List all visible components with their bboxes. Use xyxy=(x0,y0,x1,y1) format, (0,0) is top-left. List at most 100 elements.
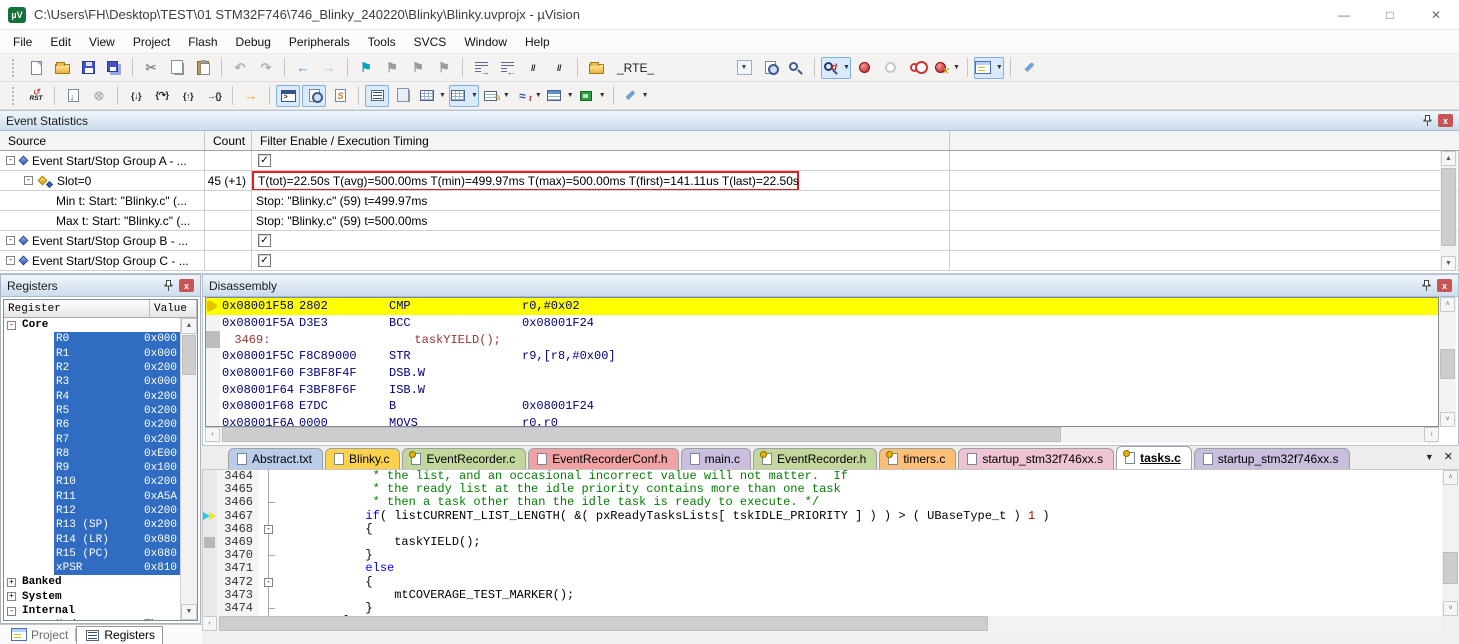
dropdown-arrow-icon[interactable]: ▼ xyxy=(843,64,850,71)
fold-margin[interactable]: - xyxy=(259,576,279,589)
disassembly-vertical-scrollbar[interactable]: ˄ ˅ xyxy=(1439,297,1456,427)
register-row[interactable]: R60x200 xyxy=(4,418,180,432)
fold-margin[interactable] xyxy=(259,483,279,496)
step-over-button[interactable]: {↷} xyxy=(150,85,174,107)
comment-button[interactable]: // xyxy=(521,57,545,79)
dock-tab-project[interactable]: Project xyxy=(4,626,75,644)
rte-combo[interactable]: _RTE_ xyxy=(611,58,729,78)
dropdown-arrow-icon[interactable]: ▼ xyxy=(599,92,606,99)
event-row[interactable]: -Event Start/Stop Group A - ...✓ xyxy=(0,151,1459,171)
save-button[interactable] xyxy=(76,57,100,79)
memory-windows-button[interactable]: ▼ xyxy=(449,85,479,107)
column-value[interactable]: Value xyxy=(150,300,197,317)
redo-button[interactable]: ↷ xyxy=(254,57,278,79)
event-row[interactable]: -Event Start/Stop Group B - ...✓ xyxy=(0,231,1459,251)
code-editor[interactable]: 3464 * the list, and an occasional incor… xyxy=(202,470,1442,616)
register-row[interactable]: R13 (SP)0x200 xyxy=(4,518,180,532)
maximize-button[interactable]: □ xyxy=(1367,0,1413,30)
dropdown-arrow-icon[interactable]: ▼ xyxy=(535,92,542,99)
dropdown-arrow-icon[interactable]: ▼ xyxy=(953,64,960,71)
minimize-button[interactable]: — xyxy=(1321,0,1367,30)
expand-toggle-icon[interactable]: - xyxy=(24,176,33,185)
document-tab-timers-c[interactable]: timers.c xyxy=(879,448,956,469)
command-window-button[interactable] xyxy=(276,85,300,107)
stop-button[interactable]: ⊗ xyxy=(87,85,111,107)
expand-toggle-icon[interactable]: + xyxy=(7,592,16,601)
register-row[interactable]: R110xA5A xyxy=(4,490,180,504)
scroll-down-icon[interactable]: ˅ xyxy=(1443,601,1458,616)
register-row[interactable]: R00x000 xyxy=(4,332,180,346)
paste-button[interactable] xyxy=(191,57,215,79)
menu-window[interactable]: Window xyxy=(455,31,516,53)
scroll-down-icon[interactable]: ˅ xyxy=(1440,412,1455,427)
scroll-thumb[interactable] xyxy=(219,616,988,631)
scroll-up-icon[interactable]: ˄ xyxy=(1440,297,1455,312)
pin-icon[interactable] xyxy=(162,279,174,292)
document-tab-main-c[interactable]: main.c xyxy=(681,448,751,469)
scroll-down-icon[interactable]: ▼ xyxy=(181,604,197,620)
serial-windows-button[interactable]: ▼ xyxy=(481,85,511,107)
rte-combo-arrow[interactable]: ▼ xyxy=(732,57,756,79)
menu-flash[interactable]: Flash xyxy=(179,31,226,53)
document-tab-startup-stm32f746xx-s[interactable]: startup_stm32f746xx.s xyxy=(958,448,1114,469)
scroll-thumb[interactable] xyxy=(1440,349,1455,379)
pin-icon[interactable] xyxy=(1420,279,1432,292)
close-icon[interactable]: x xyxy=(1438,114,1453,127)
manage-rte-button[interactable] xyxy=(584,57,608,79)
run-button[interactable] xyxy=(61,85,85,107)
fold-margin[interactable] xyxy=(259,549,279,562)
filter-enable-checkbox[interactable]: ✓ xyxy=(258,254,271,267)
register-row[interactable]: R10x000 xyxy=(4,347,180,361)
dropdown-arrow-icon[interactable]: ▼ xyxy=(567,92,574,99)
document-tab-tasks-c[interactable]: tasks.c xyxy=(1116,446,1192,469)
window-layout-button[interactable]: ▼ xyxy=(974,57,1004,79)
scroll-up-icon[interactable]: ▲ xyxy=(1441,151,1456,166)
fold-margin[interactable] xyxy=(259,510,279,523)
register-row[interactable]: +Banked xyxy=(4,575,180,589)
register-row[interactable]: -Core xyxy=(4,318,180,332)
column-source[interactable]: Source xyxy=(0,131,205,150)
clear-bookmarks-button[interactable]: ⚑ xyxy=(432,57,456,79)
scroll-up-icon[interactable]: ▲ xyxy=(181,318,197,334)
menu-svcs[interactable]: SVCS xyxy=(405,31,456,53)
register-row[interactable]: R14 (LR)0x080 xyxy=(4,532,180,546)
expand-toggle-icon[interactable]: + xyxy=(7,578,16,587)
fold-margin[interactable] xyxy=(259,536,279,549)
event-row[interactable]: -Event Start/Stop Group C - ...✓ xyxy=(0,251,1459,271)
event-row[interactable]: Max t: Start: "Blinky.c" (...Stop: "Blin… xyxy=(0,211,1459,231)
register-row[interactable]: ModeThre xyxy=(4,618,180,620)
save-all-button[interactable] xyxy=(102,57,126,79)
close-button[interactable]: ✕ xyxy=(1413,0,1459,30)
scroll-thumb[interactable] xyxy=(1441,168,1456,246)
dropdown-arrow-icon[interactable]: ▼ xyxy=(642,92,649,99)
disassembly-window-button[interactable] xyxy=(302,85,326,107)
menu-file[interactable]: File xyxy=(4,31,41,53)
fold-margin[interactable]: - xyxy=(259,523,279,536)
expand-toggle-icon[interactable]: - xyxy=(6,256,15,265)
expand-toggle-icon[interactable]: - xyxy=(6,156,15,165)
event-row[interactable]: -Slot=045 (+1)T(tot)=22.50s T(avg)=500.0… xyxy=(0,171,1459,191)
event-row[interactable]: Min t: Start: "Blinky.c" (...Stop: "Blin… xyxy=(0,191,1459,211)
menu-debug[interactable]: Debug xyxy=(227,31,280,53)
column-register[interactable]: Register xyxy=(4,300,150,317)
scroll-left-icon[interactable]: ‹ xyxy=(202,616,217,631)
show-next-statement-button[interactable]: → xyxy=(239,85,263,107)
scroll-right-icon[interactable]: › xyxy=(1424,427,1439,442)
register-row[interactable]: -Internal xyxy=(4,604,180,618)
document-tab-abstract-txt[interactable]: Abstract.txt xyxy=(228,448,323,469)
register-row[interactable]: R50x200 xyxy=(4,404,180,418)
register-row[interactable]: R40x200 xyxy=(4,389,180,403)
system-viewer-button[interactable]: ▼ xyxy=(577,85,607,107)
scroll-thumb[interactable] xyxy=(182,335,196,375)
new-file-button[interactable] xyxy=(24,57,48,79)
register-row[interactable]: R80xE00 xyxy=(4,447,180,461)
watch-windows-button[interactable]: ▼ xyxy=(417,85,447,107)
uncomment-button[interactable]: // xyxy=(547,57,571,79)
configure-button[interactable] xyxy=(1017,57,1041,79)
register-row[interactable]: R100x200 xyxy=(4,475,180,489)
fold-margin[interactable] xyxy=(259,496,279,509)
menu-view[interactable]: View xyxy=(80,31,124,53)
register-row[interactable]: R70x200 xyxy=(4,432,180,446)
document-tab-eventrecorder-h[interactable]: EventRecorder.h xyxy=(753,448,877,469)
filter-enable-checkbox[interactable]: ✓ xyxy=(258,234,271,247)
